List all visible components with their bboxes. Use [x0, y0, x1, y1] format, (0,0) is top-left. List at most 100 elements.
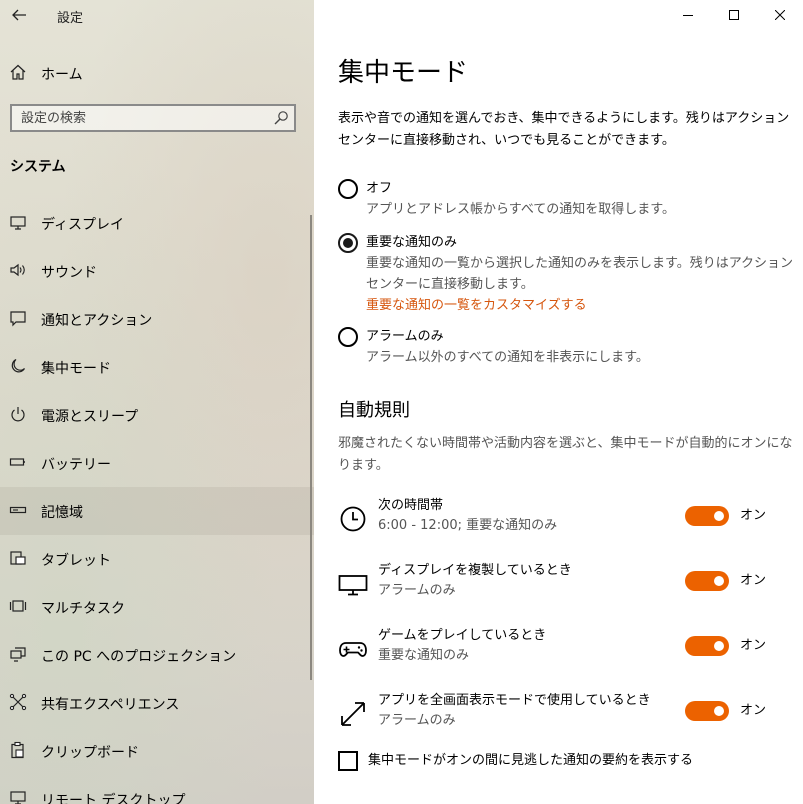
toggle-state-label: オン [740, 508, 767, 523]
sidebar-item-label: 記憶域 [41, 505, 83, 521]
home-icon [10, 64, 26, 80]
sidebar-item-label: マルチタスク [41, 601, 125, 617]
rule-time-range[interactable]: 次の時間帯 6:00 - 12:00; 重要な通知のみ オン [338, 496, 798, 544]
sidebar-item-sound[interactable]: サウンド [0, 247, 314, 295]
sidebar-item-label: タブレット [41, 553, 111, 569]
tablet-icon [10, 551, 26, 565]
power-icon [11, 407, 25, 422]
customize-priority-list-link[interactable]: 重要な通知の一覧をカスタマイズする [366, 294, 587, 313]
sidebar-item-label: この PC へのプロジェクション [41, 649, 237, 665]
search-icon[interactable] [273, 110, 289, 126]
battery-icon [9, 458, 25, 466]
option-description: 重要な通知の一覧から選択した通知のみを表示します。残りはアクション センターに直… [366, 256, 794, 292]
option-description: アラーム以外のすべての通知を非表示にします。 [366, 350, 649, 365]
sidebar-item-label: クリップボード [41, 745, 139, 761]
gamepad-icon [339, 642, 367, 657]
option-label: アラームのみ [366, 329, 444, 344]
sidebar-item-label: バッテリー [41, 457, 111, 473]
toggle-state-label: オン [740, 703, 767, 718]
storage-icon [9, 506, 27, 514]
rule-subtitle: アラームのみ [378, 713, 456, 728]
summary-checkbox-label: 集中モードがオンの間に見逃した通知の要約を表示する [368, 753, 694, 768]
option-label: オフ [366, 181, 393, 196]
sidebar-item-focus-assist[interactable]: 集中モード [0, 343, 314, 391]
sidebar-item-label: 通知とアクション [41, 313, 153, 329]
remote-desktop-icon [10, 791, 26, 804]
back-arrow-icon [12, 9, 26, 21]
speaker-icon [10, 263, 25, 277]
title-bar: 設定 [0, 0, 314, 32]
rule-toggle[interactable] [685, 506, 729, 526]
sidebar-item-battery[interactable]: バッテリー [0, 439, 314, 487]
summary-checkbox[interactable] [338, 751, 358, 771]
sidebar-item-label: サウンド [41, 265, 97, 281]
option-label: 重要な通知のみ [366, 235, 458, 250]
sidebar-item-display[interactable]: ディスプレイ [0, 199, 314, 247]
rule-toggle[interactable] [685, 636, 729, 656]
rule-title: アプリを全画面表示モードで使用しているとき [378, 693, 651, 708]
radio-priority-only[interactable] [338, 233, 358, 253]
rule-title: 次の時間帯 [378, 498, 444, 513]
radio-alarms-only[interactable] [338, 327, 358, 347]
rule-fullscreen-app[interactable]: アプリを全画面表示モードで使用しているとき アラームのみ オン [338, 691, 798, 739]
clipboard-icon [11, 741, 24, 759]
sidebar-item-label: リモート デスクトップ [41, 793, 186, 804]
rule-subtitle: アラームのみ [378, 583, 456, 598]
search-input[interactable] [12, 106, 271, 130]
search-box[interactable] [10, 104, 296, 132]
sidebar: 設定 ホーム システム ディスプレイ サウンド 通知とアクション [0, 0, 314, 804]
sidebar-home-label: ホーム [41, 67, 83, 83]
sidebar-item-label: ディスプレイ [41, 217, 125, 233]
toggle-state-label: オン [740, 573, 767, 588]
sidebar-item-clipboard[interactable]: クリップボード [0, 727, 314, 775]
share-icon [9, 693, 27, 711]
summary-checkbox-row[interactable]: 集中モードがオンの間に見逃した通知の要約を表示する [338, 750, 798, 772]
moon-icon [11, 358, 26, 373]
rule-title: ゲームをプレイしているとき [378, 628, 547, 643]
sidebar-item-power[interactable]: 電源とスリープ [0, 391, 314, 439]
rule-toggle[interactable] [685, 571, 729, 591]
page-description: 表示や音での通知を選んでおき、集中できるようにします。残りはアクション センター… [338, 111, 790, 148]
sidebar-item-multitasking[interactable]: マルチタスク [0, 583, 314, 631]
auto-rules-description: 邪魔されたくない時間帯や活動内容を選ぶと、集中モードが自動的にオンになります。 [338, 436, 793, 473]
option-description: アプリとアドレス帳からすべての通知を取得します。 [366, 202, 676, 217]
maximize-button[interactable] [711, 0, 757, 32]
rule-title: ディスプレイを複製しているとき [378, 563, 572, 578]
sidebar-item-remote-desktop[interactable]: リモート デスクトップ [0, 775, 314, 804]
sidebar-item-label: 電源とスリープ [41, 409, 139, 425]
sidebar-scrollbar[interactable] [310, 215, 312, 680]
rule-playing-game[interactable]: ゲームをプレイしているとき 重要な通知のみ オン [338, 626, 798, 674]
monitor-icon [338, 575, 368, 596]
toggle-state-label: オン [740, 638, 767, 653]
sidebar-item-notifications[interactable]: 通知とアクション [0, 295, 314, 343]
notification-icon [10, 311, 26, 327]
fullscreen-icon [341, 702, 365, 726]
maximize-icon [729, 10, 739, 20]
sidebar-item-label: 共有エクスペリエンス [41, 697, 180, 713]
sidebar-item-label: 集中モード [41, 361, 111, 377]
clock-icon [340, 506, 366, 532]
back-button[interactable] [10, 6, 28, 24]
sidebar-item-storage[interactable]: 記憶域 [0, 487, 314, 535]
multitask-icon [9, 600, 27, 612]
sidebar-item-shared-experiences[interactable]: 共有エクスペリエンス [0, 679, 314, 727]
sidebar-home[interactable]: ホーム [0, 56, 314, 90]
rule-toggle[interactable] [685, 701, 729, 721]
close-button[interactable] [757, 0, 803, 32]
minimize-button[interactable] [665, 0, 711, 32]
auto-rules-heading: 自動規則 [338, 400, 410, 421]
close-icon [775, 10, 785, 20]
app-title: 設定 [57, 11, 84, 26]
minimize-icon [683, 15, 693, 16]
sidebar-item-projection[interactable]: この PC へのプロジェクション [0, 631, 314, 679]
section-heading-system: システム [10, 159, 66, 175]
rule-duplicating-display[interactable]: ディスプレイを複製しているとき アラームのみ オン [338, 561, 798, 609]
rule-subtitle: 重要な通知のみ [378, 648, 470, 663]
sidebar-item-tablet[interactable]: タブレット [0, 535, 314, 583]
main-content: 集中モード 表示や音での通知を選んでおき、集中できるようにします。残りはアクショ… [314, 0, 803, 804]
rule-subtitle: 6:00 - 12:00; 重要な通知のみ [378, 518, 558, 533]
page-title: 集中モード [338, 58, 469, 88]
radio-off[interactable] [338, 179, 358, 199]
projection-icon [10, 647, 26, 662]
monitor-icon [10, 216, 26, 230]
